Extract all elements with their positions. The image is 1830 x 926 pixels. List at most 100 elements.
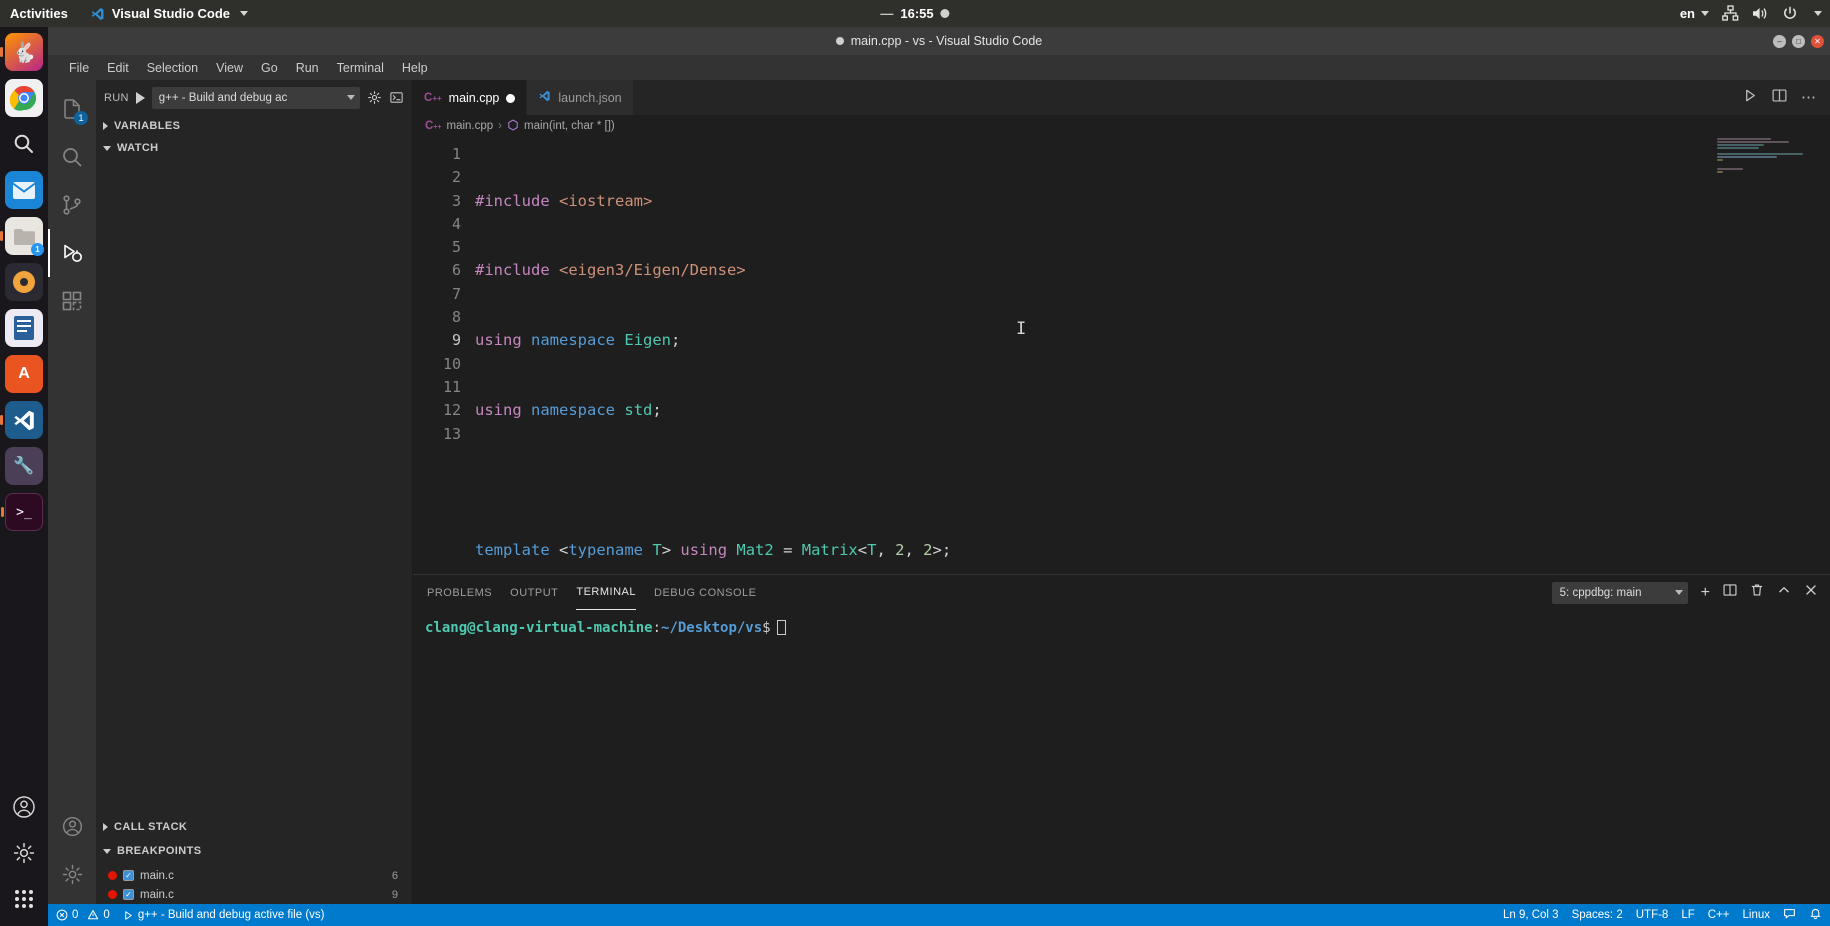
chevron-down-icon — [1701, 11, 1709, 16]
menu-go[interactable]: Go — [252, 58, 287, 78]
status-eol[interactable]: LF — [1681, 909, 1694, 921]
source-control-icon — [63, 195, 81, 215]
activities-button[interactable]: Activities — [10, 6, 68, 21]
status-indentation[interactable]: Spaces: 2 — [1572, 909, 1623, 921]
volume-icon[interactable] — [1752, 6, 1769, 21]
dock-item-thunderbird[interactable] — [5, 171, 43, 209]
minimap[interactable] — [1711, 137, 1816, 574]
code-editor[interactable]: 1 2 3 4 5 6 7 8 9 10 11 12 13 #include <… — [413, 137, 1830, 574]
dock-item-files[interactable]: 1 — [0, 217, 44, 256]
close-panel-button[interactable] — [1804, 583, 1818, 602]
menu-terminal[interactable]: Terminal — [328, 58, 393, 78]
app-menu-button[interactable]: Visual Studio Code — [90, 6, 249, 21]
code-line-1[interactable]: #include <iostream> — [475, 190, 1830, 213]
run-configuration-dropdown[interactable]: g++ - Build and debug ac — [151, 86, 360, 109]
activitybar-item-search[interactable] — [48, 133, 96, 181]
dock-item-chrome[interactable] — [5, 79, 43, 117]
menu-file[interactable]: File — [60, 58, 98, 78]
open-launch-settings-button[interactable] — [367, 90, 382, 105]
breakpoint-row[interactable]: ✓ main.c 9 — [96, 885, 412, 904]
menu-edit[interactable]: Edit — [98, 58, 138, 78]
activitybar-item-explorer[interactable]: 1 — [48, 85, 96, 133]
status-cursor-position[interactable]: Ln 9, Col 3 — [1503, 909, 1559, 921]
breakpoint-row[interactable]: ✓ main.c 6 — [96, 866, 412, 885]
tab-main-cpp[interactable]: C++ main.cpp — [413, 80, 528, 115]
run-label: RUN — [104, 91, 129, 104]
new-terminal-button[interactable]: + — [1701, 584, 1710, 602]
dock-item-settings[interactable] — [5, 834, 43, 872]
panel-tab-output[interactable]: OUTPUT — [510, 575, 558, 610]
terminal-output[interactable]: clang@clang-virtual-machine:~/Desktop/vs… — [413, 610, 1830, 904]
code-line-4[interactable]: using namespace std; — [475, 399, 1830, 422]
breadcrumb-symbol[interactable]: main(int, char * []) — [524, 120, 615, 132]
terminal-selector-dropdown[interactable]: 5: cppdbg: main — [1551, 581, 1688, 604]
menu-run[interactable]: Run — [287, 58, 328, 78]
gnome-clock[interactable]: — 16:55 — [880, 6, 950, 21]
code-line-6[interactable]: template <typename T> using Mat2 = Matri… — [475, 539, 1830, 562]
chevron-down-icon — [347, 95, 355, 100]
dock-item-help[interactable]: 🔧 — [5, 447, 43, 485]
panel-tab-problems[interactable]: PROBLEMS — [427, 575, 492, 610]
split-editor-button[interactable] — [1772, 88, 1787, 108]
dock-item-libreoffice-writer[interactable] — [5, 309, 43, 347]
code-line-5[interactable] — [475, 469, 1830, 492]
sidebar-empty-space — [96, 159, 412, 816]
status-notifications-button[interactable] — [1809, 907, 1822, 923]
status-feedback-button[interactable] — [1783, 907, 1796, 923]
status-errors-count: 0 — [72, 909, 79, 921]
minimap-slider[interactable] — [1804, 137, 1814, 574]
activitybar-item-accounts[interactable] — [48, 802, 96, 850]
status-run-task[interactable]: g++ - Build and debug active file (vs) — [123, 909, 324, 921]
breakpoint-checkbox[interactable]: ✓ — [123, 870, 134, 881]
document-icon — [14, 316, 34, 340]
more-actions-button[interactable]: ⋯ — [1801, 90, 1816, 105]
activitybar-item-run-and-debug[interactable] — [48, 229, 96, 277]
running-indicator-icon — [0, 231, 3, 241]
dock-item-rhythmbox[interactable] — [5, 263, 43, 301]
section-breakpoints[interactable]: BREAKPOINTS — [96, 840, 412, 862]
panel-tab-debug-console[interactable]: DEBUG CONSOLE — [654, 575, 756, 610]
dock-item-firefox[interactable]: 🐇 — [0, 33, 43, 71]
code-line-3[interactable]: using namespace Eigen; — [475, 329, 1830, 352]
close-button[interactable]: ✕ — [1811, 34, 1824, 48]
breakpoint-checkbox[interactable]: ✓ — [123, 889, 134, 900]
breadcrumb-file[interactable]: main.cpp — [447, 120, 494, 132]
code-content[interactable]: #include <iostream> #include <eigen3/Eig… — [475, 137, 1830, 574]
keyboard-layout-button[interactable]: en — [1680, 6, 1709, 21]
line-number: 1 — [451, 145, 461, 163]
status-language-mode[interactable]: C++ — [1708, 909, 1730, 921]
dock-item-search[interactable] — [5, 125, 43, 163]
tab-dirty-indicator-icon[interactable] — [506, 93, 516, 103]
dock-item-user-account[interactable] — [5, 788, 43, 826]
section-watch[interactable]: WATCH — [96, 137, 412, 159]
status-remote[interactable]: Linux — [1743, 909, 1771, 921]
section-variables[interactable]: VARIABLES — [96, 115, 412, 137]
dock-item-ubuntu-software[interactable]: A — [5, 355, 43, 393]
tab-launch-json[interactable]: launch.json — [527, 80, 634, 115]
panel-tab-terminal[interactable]: TERMINAL — [576, 575, 636, 610]
dock-item-terminal[interactable]: >_ — [1, 493, 43, 531]
kill-terminal-button[interactable] — [1750, 583, 1764, 602]
dock-item-vscode[interactable] — [0, 401, 43, 439]
menu-view[interactable]: View — [207, 58, 252, 78]
run-code-button[interactable] — [1743, 88, 1758, 108]
split-terminal-button[interactable] — [1723, 583, 1737, 602]
minimize-button[interactable]: – — [1773, 34, 1786, 48]
activitybar-item-extensions[interactable] — [48, 277, 96, 325]
network-icon[interactable] — [1722, 5, 1739, 21]
system-menu-caret-icon[interactable] — [1814, 11, 1822, 16]
status-encoding[interactable]: UTF-8 — [1636, 909, 1669, 921]
start-debugging-button[interactable] — [135, 91, 145, 104]
activitybar-item-manage-settings[interactable] — [48, 850, 96, 898]
section-call-stack[interactable]: CALL STACK — [96, 816, 412, 838]
maximize-panel-button[interactable] — [1777, 583, 1791, 602]
maximize-button[interactable]: □ — [1792, 34, 1805, 48]
power-icon[interactable] — [1782, 6, 1798, 21]
status-problems[interactable]: 0 0 — [56, 909, 110, 921]
open-debug-console-button[interactable] — [389, 90, 404, 105]
dock-item-show-applications[interactable] — [5, 880, 43, 918]
menu-selection[interactable]: Selection — [138, 58, 207, 78]
activitybar-item-source-control[interactable] — [48, 181, 96, 229]
menu-help[interactable]: Help — [393, 58, 437, 78]
code-line-2[interactable]: #include <eigen3/Eigen/Dense> — [475, 259, 1830, 282]
